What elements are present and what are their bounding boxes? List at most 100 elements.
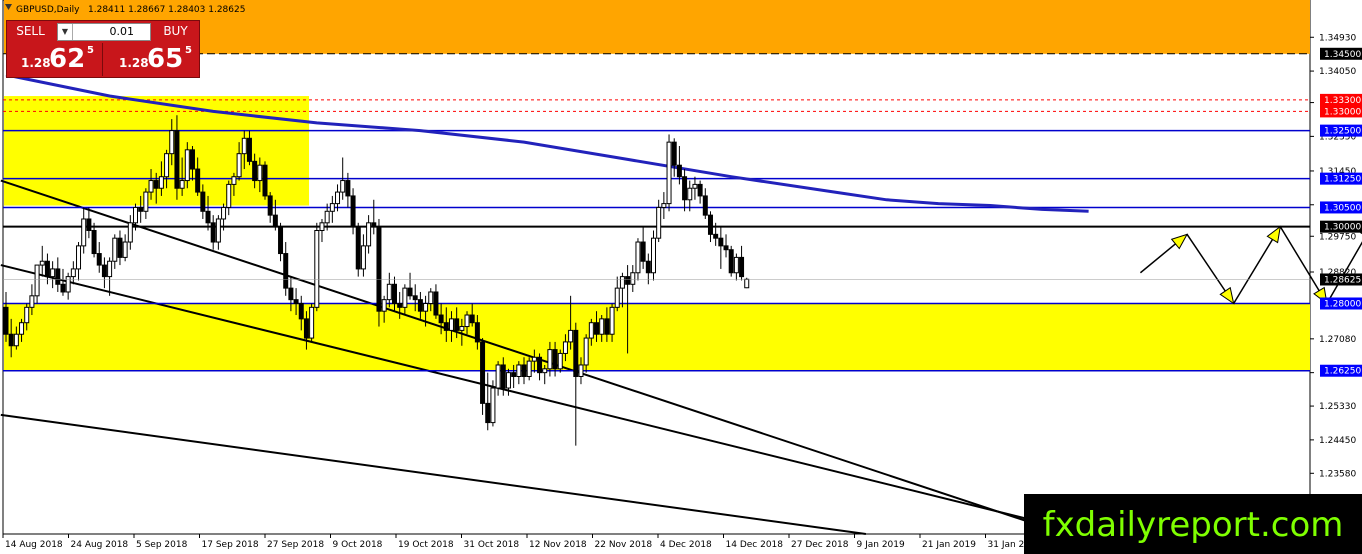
candle-body — [221, 206, 227, 220]
candle-body — [298, 302, 304, 320]
candle-body — [682, 176, 688, 201]
candle-body — [459, 326, 465, 331]
candle-body — [205, 210, 211, 224]
candle-body — [210, 222, 216, 243]
current-price-label: 1.28625 — [1324, 275, 1361, 285]
candle-body — [76, 245, 82, 270]
buy-price-pips: 65 — [147, 44, 184, 74]
candle-body — [195, 168, 201, 193]
date-tick-label: 9 Jan 2019 — [857, 540, 905, 550]
candle-body — [3, 306, 9, 335]
date-tick-label: 4 Dec 2018 — [660, 540, 712, 550]
candle-body — [438, 314, 444, 324]
candle-body — [174, 130, 180, 189]
candle-body — [340, 180, 346, 193]
candle-body — [70, 268, 76, 278]
candle-body — [200, 191, 206, 212]
candle-body — [107, 260, 113, 278]
sell-button[interactable]: SELL — [8, 22, 53, 41]
candle-body — [531, 356, 537, 362]
date-tick-label: 5 Sep 2018 — [136, 540, 188, 550]
candle-body — [464, 314, 470, 328]
price-tick-label: 1.29750 — [1319, 232, 1356, 242]
lot-dropdown-icon[interactable]: ▼ — [58, 24, 73, 40]
candle-body — [153, 180, 159, 189]
candle-body — [521, 364, 527, 377]
candle-body — [619, 276, 625, 289]
candle-body — [562, 341, 568, 354]
price-tick-label: 1.25330 — [1319, 402, 1356, 412]
buy-price-button[interactable]: 1.28 65 5 — [103, 43, 198, 76]
date-tick-label: 17 Sep 2018 — [202, 540, 259, 550]
sell-price-button[interactable]: 1.28 62 5 — [7, 43, 103, 76]
candle-body — [169, 130, 175, 155]
candle-body — [713, 233, 719, 239]
candle-body — [122, 241, 128, 258]
candle-body — [236, 153, 242, 178]
candle-body — [511, 372, 517, 377]
price-tick-label: 1.27080 — [1319, 335, 1356, 345]
candle-body — [583, 337, 589, 366]
candle-body — [34, 264, 40, 297]
candle-body — [366, 222, 372, 247]
candle-body — [604, 318, 610, 335]
candle-body — [542, 368, 548, 374]
buy-button[interactable]: BUY — [153, 22, 198, 41]
candle-body — [485, 402, 491, 424]
buy-price-fraction: 5 — [185, 45, 192, 56]
date-tick-label: 24 Aug 2018 — [71, 540, 129, 550]
price-tick-label: 1.34930 — [1319, 33, 1356, 43]
candle-body — [707, 214, 713, 235]
candle-body — [335, 191, 341, 205]
candle-body — [417, 299, 423, 312]
candle-body — [231, 176, 237, 185]
candle-body — [599, 318, 605, 335]
level-label: 1.34500 — [1324, 50, 1361, 60]
candle-body — [744, 278, 750, 289]
candle-body — [138, 206, 144, 212]
lot-size-value: 0.01 — [109, 25, 135, 38]
candle-body — [692, 183, 698, 189]
candle-body — [651, 237, 656, 274]
candle-body — [324, 210, 330, 224]
candle-body — [241, 137, 247, 155]
candle-body — [50, 268, 56, 278]
date-tick-label: 14 Aug 2018 — [5, 540, 63, 550]
candle-body — [13, 333, 19, 347]
candle-body — [423, 302, 429, 312]
candle-body — [578, 364, 584, 377]
candle-body — [60, 283, 66, 293]
candle-body — [133, 206, 138, 224]
candle-body — [91, 230, 97, 255]
candle-body — [314, 230, 320, 308]
candle-body — [86, 218, 92, 232]
price-tick-label: 1.23580 — [1319, 469, 1356, 479]
candle-body — [433, 291, 439, 316]
level-label: 1.31250 — [1324, 175, 1361, 185]
candle-body — [179, 180, 185, 189]
candle-body — [397, 302, 403, 308]
candle-body — [609, 306, 615, 335]
candle-body — [407, 287, 413, 297]
chart-ohlc: 1.28411 1.28667 1.28403 1.28625 — [88, 5, 245, 15]
candle-body — [630, 272, 636, 285]
date-tick-label: 27 Dec 2018 — [791, 540, 849, 550]
candle-body — [526, 360, 532, 377]
date-tick-label: 14 Dec 2018 — [726, 540, 784, 550]
candle-body — [469, 314, 475, 324]
candle-body — [148, 180, 154, 193]
candle-body — [661, 203, 667, 208]
plot-area — [2, 0, 1311, 535]
candle-body — [39, 260, 45, 266]
candle-body — [480, 341, 486, 404]
level-label: 1.33300 — [1324, 96, 1361, 106]
candle-body — [718, 237, 724, 247]
sell-price-fraction: 5 — [87, 45, 94, 56]
candle-body — [568, 329, 574, 343]
date-tick-label: 22 Nov 2018 — [595, 540, 653, 550]
candle-body — [687, 187, 693, 201]
candle-body — [723, 245, 729, 251]
candle-body — [189, 149, 195, 170]
date-tick-label: 31 Oct 2018 — [464, 540, 520, 550]
lot-size-input[interactable]: ▼ 0.01 — [57, 23, 151, 41]
